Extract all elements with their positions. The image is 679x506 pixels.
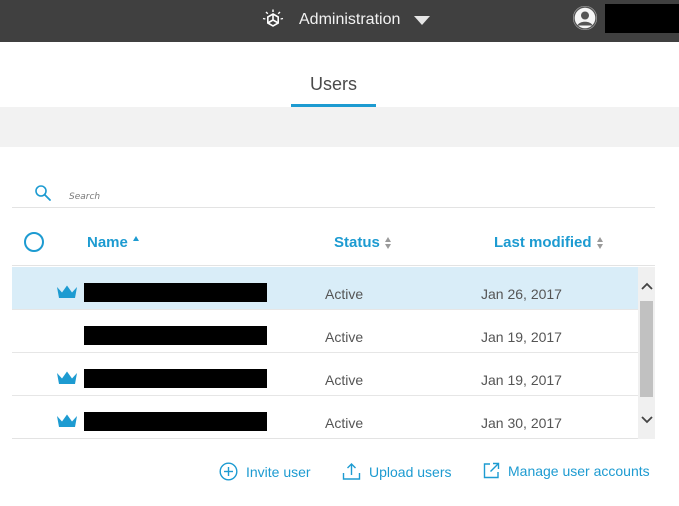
crown-icon xyxy=(56,413,78,429)
external-link-icon xyxy=(483,462,500,479)
column-header-status[interactable]: Status xyxy=(334,234,391,251)
table-row[interactable]: Active Jan 26, 2017 xyxy=(12,267,638,310)
sort-icon xyxy=(384,236,391,249)
invite-user-label: Invite user xyxy=(246,463,311,480)
redacted-user-name xyxy=(605,4,679,33)
table-header: Name Status Last modified xyxy=(12,222,655,266)
column-header-name[interactable]: Name xyxy=(87,234,139,251)
last-modified-cell: Jan 19, 2017 xyxy=(481,329,562,345)
scrollbar-thumb[interactable] xyxy=(640,301,653,397)
status-cell: Active xyxy=(325,329,364,345)
column-header-label: Name xyxy=(87,234,128,251)
chevron-up-icon[interactable] xyxy=(638,271,655,301)
last-modified-cell: Jan 30, 2017 xyxy=(481,415,562,431)
upload-icon xyxy=(342,463,361,480)
search-bar xyxy=(12,184,655,208)
app-title: Administration xyxy=(299,11,401,28)
add-circle-icon xyxy=(219,462,238,481)
redacted-user-name xyxy=(84,369,267,388)
invite-user-button[interactable]: Invite user xyxy=(219,462,311,481)
app-switcher[interactable]: Administration xyxy=(262,7,431,33)
crown-icon xyxy=(56,284,78,300)
tab-users[interactable]: Users xyxy=(291,74,376,107)
crown-icon xyxy=(56,370,78,386)
last-modified-cell: Jan 19, 2017 xyxy=(481,372,562,388)
chevron-down-icon xyxy=(414,15,431,25)
redacted-user-name xyxy=(84,283,267,302)
status-cell: Active xyxy=(325,415,364,431)
table-row[interactable]: Active Jan 19, 2017 xyxy=(12,353,638,396)
user-table-body: Active Jan 26, 2017 Active Jan 19, 2017 … xyxy=(12,267,638,439)
manage-user-accounts-link[interactable]: Manage user accounts xyxy=(483,462,650,479)
upload-users-button[interactable]: Upload users xyxy=(342,462,452,481)
last-modified-cell: Jan 26, 2017 xyxy=(481,286,562,302)
search-input[interactable] xyxy=(69,188,629,206)
sort-ascending-icon xyxy=(132,236,139,241)
upload-users-label: Upload users xyxy=(369,463,452,480)
user-avatar-icon[interactable] xyxy=(573,6,597,30)
column-header-label: Last modified xyxy=(494,234,592,251)
select-all-checkbox[interactable] xyxy=(24,232,44,252)
ibm-logo-icon xyxy=(262,9,284,31)
table-scrollbar[interactable] xyxy=(638,267,655,439)
search-icon[interactable] xyxy=(34,184,52,202)
sort-icon xyxy=(596,236,603,249)
top-bar: Administration xyxy=(0,0,679,42)
manage-user-accounts-label: Manage user accounts xyxy=(508,462,650,479)
chevron-down-icon[interactable] xyxy=(638,405,655,435)
toolbar-band xyxy=(0,107,679,147)
redacted-user-name xyxy=(84,412,267,431)
redacted-user-name xyxy=(84,326,267,345)
column-header-last-modified[interactable]: Last modified xyxy=(494,234,603,251)
table-row[interactable]: Active Jan 19, 2017 xyxy=(12,310,638,353)
table-row[interactable]: Active Jan 30, 2017 xyxy=(12,396,638,438)
status-cell: Active xyxy=(325,286,364,302)
column-header-label: Status xyxy=(334,234,380,251)
status-cell: Active xyxy=(325,372,364,388)
